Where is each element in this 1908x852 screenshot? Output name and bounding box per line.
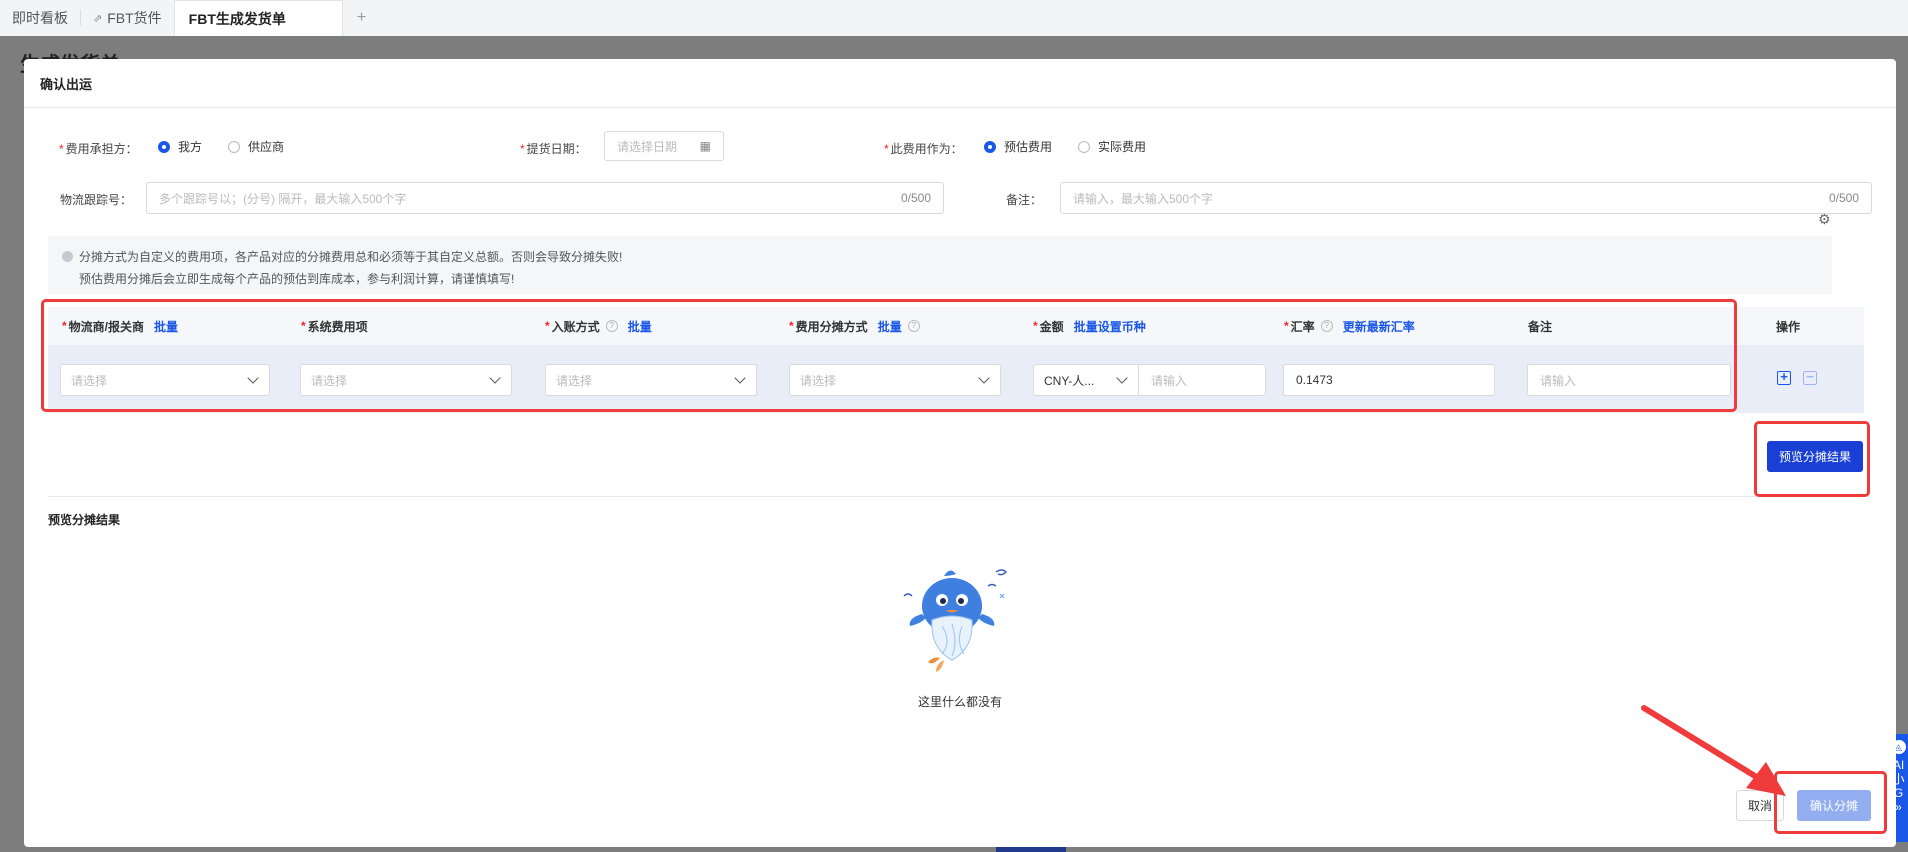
chevron-down-icon bbox=[247, 372, 259, 384]
help-icon[interactable]: ? bbox=[605, 320, 618, 332]
tracking-char-count: 0/500 bbox=[900, 191, 931, 205]
bearer-option-self[interactable]: 我方 bbox=[158, 138, 202, 155]
row-remark-input[interactable]: 请输入 bbox=[1527, 364, 1731, 396]
exchange-rate-input[interactable]: 0.1473 bbox=[1283, 364, 1495, 396]
help-icon[interactable]: ? bbox=[907, 320, 920, 332]
allocation-notice: 分摊方式为自定义的费用项，各产品对应的分摊费用总和必须等于其自定义总额。否则会导… bbox=[48, 236, 1832, 294]
column-provider: * 物流商/报关商 批量 bbox=[62, 318, 179, 335]
column-rate: * 汇率? 更新最新汇率 bbox=[1284, 318, 1415, 335]
calendar-icon: ▦ bbox=[699, 139, 711, 153]
remark-label: 备注： bbox=[1006, 193, 1043, 207]
confirm-allocation-button[interactable]: 确认分摊 bbox=[1797, 790, 1871, 821]
annotation-arrow-icon bbox=[1641, 705, 1786, 796]
empty-state-text: 这里什么都没有 bbox=[917, 695, 1002, 709]
tab-label: FBT生成发货单 bbox=[188, 10, 286, 27]
preview-allocation-button[interactable]: 预览分摊结果 bbox=[1767, 441, 1863, 472]
radio-checked-icon bbox=[984, 140, 996, 153]
column-accounting: * 入账方式? 批量 bbox=[545, 318, 652, 335]
tracking-label: 物流跟踪号： bbox=[60, 193, 133, 207]
add-tab-button[interactable]: + bbox=[343, 0, 380, 36]
notice-line-1: 分摊方式为自定义的费用项，各产品对应的分摊费用总和必须等于其自定义总额。否则会导… bbox=[79, 250, 623, 264]
batch-currency-link[interactable]: 批量设置币种 bbox=[1074, 318, 1146, 335]
pin-icon: ⇗ bbox=[93, 12, 103, 25]
radio-unchecked-icon bbox=[228, 140, 240, 153]
preview-section-title: 预览分摊结果 bbox=[48, 513, 121, 527]
pickup-date-label: * 提货日期： bbox=[520, 142, 587, 156]
modal-title: 确认出运 bbox=[24, 59, 1896, 108]
tab-dashboard[interactable]: 即时看板 bbox=[0, 0, 80, 36]
section-divider bbox=[48, 496, 1864, 497]
op-header-label: 操作 bbox=[1776, 319, 1801, 334]
confirm-shipment-modal: 确认出运 * 费用承担方： 我方 供应商 * 提货日期： 请选择日期 ▦ * 此费用作为… bbox=[24, 59, 1896, 847]
tab-bar: 即时看板 ⇗ FBT货件 FBT生成发货单 + bbox=[0, 0, 1908, 37]
currency-select[interactable]: CNY-人... bbox=[1033, 364, 1139, 396]
fee-as-option-actual[interactable]: 实际费用 bbox=[1078, 138, 1146, 155]
batch-accounting-link[interactable]: 批量 bbox=[628, 318, 652, 335]
bearer-option-supplier[interactable]: 供应商 bbox=[228, 138, 284, 155]
chevron-down-icon bbox=[734, 372, 746, 384]
allocation-select[interactable]: 请选择 bbox=[789, 364, 1001, 396]
radio-unchecked-icon bbox=[1078, 140, 1090, 153]
fee-table-header: * 物流商/报关商 批量 * 系统费用项 * 入账方式? 批量 * 费用分摊方式 批量? * 金… bbox=[48, 307, 1734, 345]
column-allocation: * 费用分摊方式 批量? bbox=[789, 307, 920, 345]
tab-label: FBT货件 bbox=[107, 10, 162, 26]
info-icon bbox=[62, 251, 73, 262]
chevron-down-icon bbox=[978, 372, 990, 384]
provider-select[interactable]: 请选择 bbox=[60, 364, 270, 396]
notice-line-2: 预估费用分摊后会立即生成每个产品的预估到库成本，参与利润计算，请谨慎填写! bbox=[79, 272, 515, 286]
chevron-down-icon bbox=[1116, 372, 1128, 384]
fee-item-select[interactable]: 请选择 bbox=[300, 364, 512, 396]
empty-state-whale-illustration bbox=[903, 569, 1008, 672]
tracking-input[interactable]: 多个跟踪号以；(分号) 隔开，最大输入500个字 0/500 bbox=[146, 182, 944, 214]
remark-char-count: 0/500 bbox=[1828, 191, 1859, 205]
batch-provider-link[interactable]: 批量 bbox=[154, 318, 178, 335]
accounting-select[interactable]: 请选择 bbox=[545, 364, 757, 396]
chevron-down-icon bbox=[489, 372, 501, 384]
tab-fbt-generate-invoice[interactable]: FBT生成发货单 bbox=[173, 0, 343, 36]
settings-gear-icon[interactable]: ⚙ bbox=[1818, 211, 1831, 228]
add-row-button[interactable]: + bbox=[1777, 370, 1791, 385]
amount-input[interactable]: 请输入 bbox=[1138, 364, 1266, 396]
update-rate-link[interactable]: 更新最新汇率 bbox=[1343, 318, 1415, 335]
remove-row-button[interactable]: − bbox=[1803, 370, 1817, 385]
radio-checked-icon bbox=[158, 140, 170, 153]
fee-as-option-estimated[interactable]: 预估费用 bbox=[984, 138, 1052, 155]
bearer-label: * 费用承担方： bbox=[59, 142, 138, 156]
op-column-header: 操作 bbox=[1734, 307, 1864, 345]
pickup-date-picker[interactable]: 请选择日期 ▦ bbox=[604, 131, 724, 161]
help-icon[interactable]: ? bbox=[1320, 320, 1333, 332]
fee-as-label: * 此费用作为： bbox=[884, 142, 963, 156]
tab-fbt-shipment[interactable]: ⇗ FBT货件 bbox=[81, 0, 174, 36]
column-remark: 备注 bbox=[1528, 319, 1553, 334]
remark-input[interactable]: 请输入，最大输入500个字 0/500 bbox=[1060, 182, 1872, 214]
column-fee-item: * 系统费用项 bbox=[301, 319, 368, 334]
tab-label: 即时看板 bbox=[12, 10, 68, 26]
batch-allocation-link[interactable]: 批量 bbox=[878, 318, 902, 335]
column-amount: * 金额 批量设置币种 bbox=[1033, 318, 1146, 335]
